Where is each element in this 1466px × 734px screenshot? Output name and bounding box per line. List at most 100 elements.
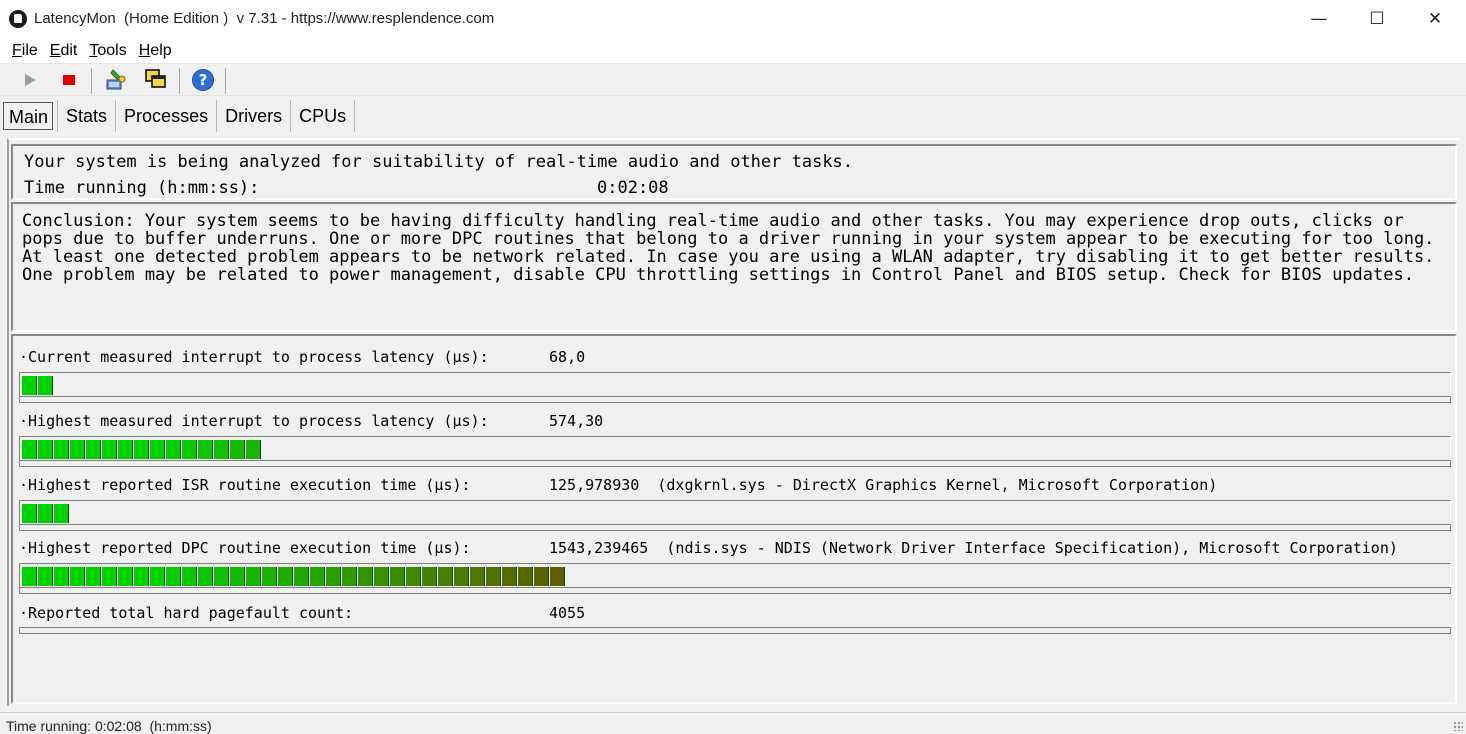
bar-segment [22,376,37,395]
metric-value: 4055 [549,604,586,622]
bar-segment [70,567,85,586]
resize-grip-icon[interactable] [1453,721,1463,731]
metric-label: ·Reported total hard pagefault count: [19,604,354,622]
bar-segment [198,567,213,586]
bar-segment [86,567,101,586]
time-running-value: 0:02:08 [597,178,669,198]
menu-tools[interactable]: Tools [81,38,130,63]
play-icon [24,74,36,86]
bar-segment [54,440,69,459]
toolbar: ? [0,64,1466,96]
driver-settings-button[interactable] [103,68,129,92]
analysis-status-panel: Your system is being analyzed for suitab… [11,144,1457,200]
metric-value: 68,0 [549,348,586,366]
minimize-icon: — [1310,9,1328,29]
help-icon: ? [192,69,214,91]
bar-segment [262,567,277,586]
metric-value: 125,978930 (dxgkrnl.sys - DirectX Graphi… [549,476,1218,494]
tab-drivers[interactable]: Drivers [217,100,292,132]
bar-underline [19,460,1451,467]
bar-segment [166,567,181,586]
bar-segment [22,567,37,586]
metric-value: 574,30 [549,412,604,430]
title-bar: LatencyMon (Home Edition ) v 7.31 - http… [0,0,1466,38]
bar-segment [374,567,389,586]
bar-segment [54,504,69,523]
tab-main[interactable]: Main [3,102,54,130]
app-icon [9,10,27,28]
status-text: Time running: 0:02:08 (h:mm:ss) [6,718,212,734]
maximize-button[interactable]: ☐ [1348,0,1406,38]
bar-segment [342,567,357,586]
bar-segment [230,567,245,586]
bar-segment [278,567,293,586]
bar-underline [19,396,1451,403]
bar-segment [102,440,117,459]
bar-segment [486,567,501,586]
bar-segment [118,440,133,459]
stop-button[interactable] [56,68,82,92]
latency-bar [19,372,1451,396]
bar-segment [134,567,149,586]
menu-bar: File Edit Tools Help [0,38,1466,64]
bar-segment [358,567,373,586]
menu-help[interactable]: Help [131,38,176,63]
tab-processes[interactable]: Processes [116,100,218,132]
tab-stats[interactable]: Stats [57,100,117,132]
bar-segment [70,440,85,459]
time-running-label: Time running (h:mm:ss): [24,178,260,198]
bar-segment [294,567,309,586]
bar-segment [534,567,549,586]
toolbar-separator [225,68,226,94]
bar-underline [19,524,1451,531]
toolbar-separator [179,68,180,94]
tab-strip: Main Stats Processes Drivers CPUs [0,100,356,134]
windows-button[interactable] [143,68,169,92]
bar-segment [422,567,437,586]
menu-file[interactable]: File [0,38,42,63]
driver-settings-icon [106,69,126,90]
status-bar: Time running: 0:02:08 (h:mm:ss) [0,712,1466,734]
bar-segment [134,440,149,459]
window-title: LatencyMon (Home Edition ) v 7.31 - http… [34,10,495,27]
latency-bar [19,436,1451,460]
bar-underline [19,627,1451,634]
bar-segment [102,567,117,586]
tab-cpus[interactable]: CPUs [291,100,356,132]
bar-segment [54,567,69,586]
bar-segment [22,440,37,459]
minimize-button[interactable]: — [1290,0,1348,38]
bar-segment [38,440,53,459]
help-button[interactable]: ? [190,68,216,92]
bar-segment [230,440,245,459]
bar-segment [550,567,565,586]
bar-fill [22,376,54,395]
bar-segment [198,440,213,459]
bar-fill [22,567,566,586]
bar-segment [518,567,533,586]
close-button[interactable]: ✕ [1406,0,1464,38]
bar-segment [246,440,261,459]
menu-edit[interactable]: Edit [42,38,82,63]
bar-segment [182,567,197,586]
conclusion-panel: Conclusion: Your system seems to be havi… [11,202,1457,332]
bar-fill [22,504,70,523]
main-content: Your system is being analyzed for suitab… [7,138,1459,706]
conclusion-text: Conclusion: Your system seems to be havi… [22,211,1445,285]
bar-segment [406,567,421,586]
bar-segment [118,567,133,586]
maximize-icon: ☐ [1369,9,1385,29]
bar-segment [22,504,37,523]
metric-value: 1543,239465 (ndis.sys - NDIS (Network Dr… [549,539,1398,557]
metric-label: ·Highest measured interrupt to process l… [19,412,489,430]
bar-segment [166,440,181,459]
bar-segment [390,567,405,586]
latency-bar [19,563,1451,587]
metrics-panel: ·Current measured interrupt to process l… [11,334,1457,704]
bar-segment [86,440,101,459]
windows-icon [145,69,166,88]
close-icon: ✕ [1427,9,1443,29]
start-button[interactable] [17,68,43,92]
stop-icon [63,75,75,85]
bar-segment [214,440,229,459]
